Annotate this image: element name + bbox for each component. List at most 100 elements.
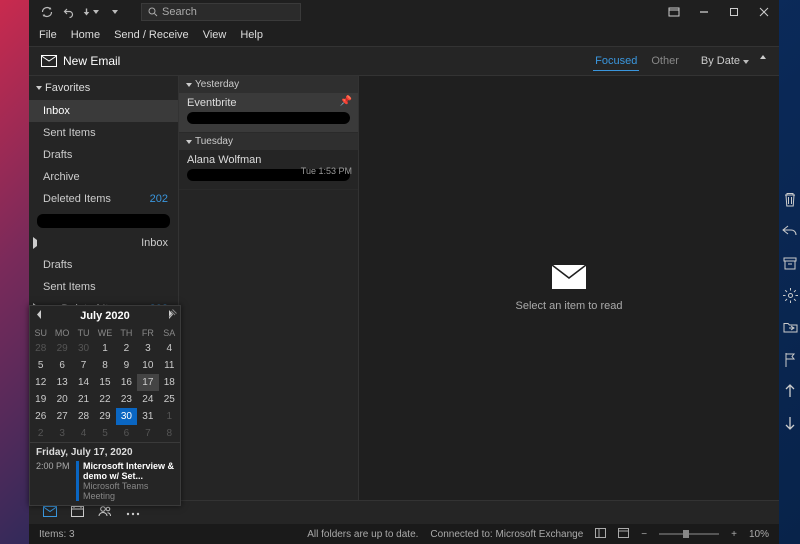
- sidebar-item-deleted-items[interactable]: Deleted Items202: [29, 188, 178, 210]
- cal-day[interactable]: 15: [94, 374, 115, 391]
- cal-day[interactable]: 28: [73, 408, 94, 425]
- cal-day[interactable]: 10: [137, 357, 158, 374]
- cal-day[interactable]: 13: [51, 374, 72, 391]
- cal-day[interactable]: 7: [73, 357, 94, 374]
- cal-day[interactable]: 20: [51, 391, 72, 408]
- cal-day[interactable]: 8: [159, 425, 180, 442]
- cal-day[interactable]: 25: [159, 391, 180, 408]
- cal-day[interactable]: 9: [116, 357, 137, 374]
- cal-day[interactable]: 30: [116, 408, 137, 425]
- account-name-redacted[interactable]: [37, 214, 170, 228]
- cal-day[interactable]: 23: [116, 391, 137, 408]
- cal-day[interactable]: 29: [51, 340, 72, 357]
- view-reading-icon[interactable]: [618, 528, 629, 541]
- undo-icon[interactable]: [61, 4, 77, 20]
- cal-day[interactable]: 19: [30, 391, 51, 408]
- cal-day[interactable]: 6: [116, 425, 137, 442]
- menu-help[interactable]: Help: [240, 29, 263, 41]
- cal-day[interactable]: 1: [94, 340, 115, 357]
- cal-day[interactable]: 7: [137, 425, 158, 442]
- move-icon[interactable]: [781, 318, 799, 336]
- cal-day[interactable]: 14: [73, 374, 94, 391]
- tab-other[interactable]: Other: [649, 52, 681, 70]
- agenda-event[interactable]: 2:00 PM Microsoft Interview & demo w/ Se…: [36, 461, 174, 501]
- nav-more-icon[interactable]: [126, 507, 140, 519]
- quickaccess-dropdown[interactable]: [83, 4, 99, 20]
- group-header[interactable]: Yesterday: [179, 76, 358, 93]
- menu-view[interactable]: View: [203, 29, 227, 41]
- cal-day[interactable]: 17: [137, 374, 158, 391]
- menu-home[interactable]: Home: [71, 29, 100, 41]
- quickaccess-more[interactable]: [105, 4, 121, 20]
- close-button[interactable]: [749, 0, 779, 24]
- cal-dow: TH: [116, 326, 137, 340]
- cal-pin-icon[interactable]: [168, 309, 177, 321]
- down-arrow-icon[interactable]: [781, 414, 799, 432]
- cal-day[interactable]: 26: [30, 408, 51, 425]
- cal-day[interactable]: 30: [73, 340, 94, 357]
- sidebar-item-sent-items[interactable]: Sent Items: [29, 122, 178, 144]
- zoom-in-icon[interactable]: +: [731, 529, 737, 540]
- nav-people-icon[interactable]: [98, 505, 112, 520]
- cal-day[interactable]: 5: [94, 425, 115, 442]
- sidebar-item-sent-items[interactable]: Sent Items: [29, 276, 178, 298]
- view-normal-icon[interactable]: [595, 528, 606, 541]
- nav-mail-icon[interactable]: [43, 506, 57, 520]
- cal-day[interactable]: 4: [159, 340, 180, 357]
- cal-day[interactable]: 16: [116, 374, 137, 391]
- reply-icon[interactable]: [781, 222, 799, 240]
- pin-icon[interactable]: 📌: [340, 96, 352, 107]
- nav-calendar-icon[interactable]: [71, 505, 84, 520]
- sidebar-item-drafts[interactable]: Drafts: [29, 254, 178, 276]
- new-email-label: New Email: [63, 54, 120, 68]
- cal-day[interactable]: 18: [159, 374, 180, 391]
- zoom-out-icon[interactable]: −: [641, 529, 647, 540]
- cal-prev-icon[interactable]: [36, 310, 42, 322]
- maximize-button[interactable]: [719, 0, 749, 24]
- cal-day[interactable]: 12: [30, 374, 51, 391]
- message-item[interactable]: Alana WolfmanTue 1:53 PM: [179, 150, 358, 190]
- group-header[interactable]: Tuesday: [179, 133, 358, 150]
- cal-day[interactable]: 11: [159, 357, 180, 374]
- zoom-slider[interactable]: [659, 533, 719, 535]
- cal-day[interactable]: 31: [137, 408, 158, 425]
- cal-day[interactable]: 22: [94, 391, 115, 408]
- cal-day[interactable]: 29: [94, 408, 115, 425]
- up-arrow-icon[interactable]: [781, 382, 799, 400]
- new-email-button[interactable]: New Email: [29, 54, 132, 68]
- cal-day[interactable]: 8: [94, 357, 115, 374]
- ribbon-display-icon[interactable]: [659, 0, 689, 24]
- menu-send-receive[interactable]: Send / Receive: [114, 29, 189, 41]
- message-time: Tue 1:53 PM: [301, 166, 352, 176]
- menu-file[interactable]: File: [39, 29, 57, 41]
- sidebar-item-inbox[interactable]: Inbox: [29, 232, 178, 254]
- favorites-header[interactable]: Favorites: [29, 76, 178, 100]
- tab-focused[interactable]: Focused: [593, 52, 639, 71]
- cal-day[interactable]: 5: [30, 357, 51, 374]
- cal-day[interactable]: 3: [137, 340, 158, 357]
- cal-day[interactable]: 28: [30, 340, 51, 357]
- sort-dropdown[interactable]: By Date: [701, 55, 749, 67]
- message-item[interactable]: Eventbrite📌: [179, 93, 358, 133]
- delete-icon[interactable]: [781, 190, 799, 208]
- sidebar-item-archive[interactable]: Archive: [29, 166, 178, 188]
- sidebar-item-drafts[interactable]: Drafts: [29, 144, 178, 166]
- status-connected: Connected to: Microsoft Exchange: [430, 529, 583, 540]
- cal-day[interactable]: 24: [137, 391, 158, 408]
- sort-direction-icon[interactable]: [759, 55, 767, 68]
- sync-icon[interactable]: [39, 4, 55, 20]
- cal-day[interactable]: 2: [30, 425, 51, 442]
- cal-day[interactable]: 4: [73, 425, 94, 442]
- cal-day[interactable]: 1: [159, 408, 180, 425]
- cal-day[interactable]: 21: [73, 391, 94, 408]
- search-input[interactable]: Search: [141, 3, 301, 21]
- flag-icon[interactable]: [781, 350, 799, 368]
- cal-day[interactable]: 27: [51, 408, 72, 425]
- minimize-button[interactable]: [689, 0, 719, 24]
- cal-day[interactable]: 6: [51, 357, 72, 374]
- settings-icon[interactable]: [781, 286, 799, 304]
- cal-day[interactable]: 2: [116, 340, 137, 357]
- sidebar-item-inbox[interactable]: Inbox: [29, 100, 178, 122]
- archive-icon[interactable]: [781, 254, 799, 272]
- cal-day[interactable]: 3: [51, 425, 72, 442]
